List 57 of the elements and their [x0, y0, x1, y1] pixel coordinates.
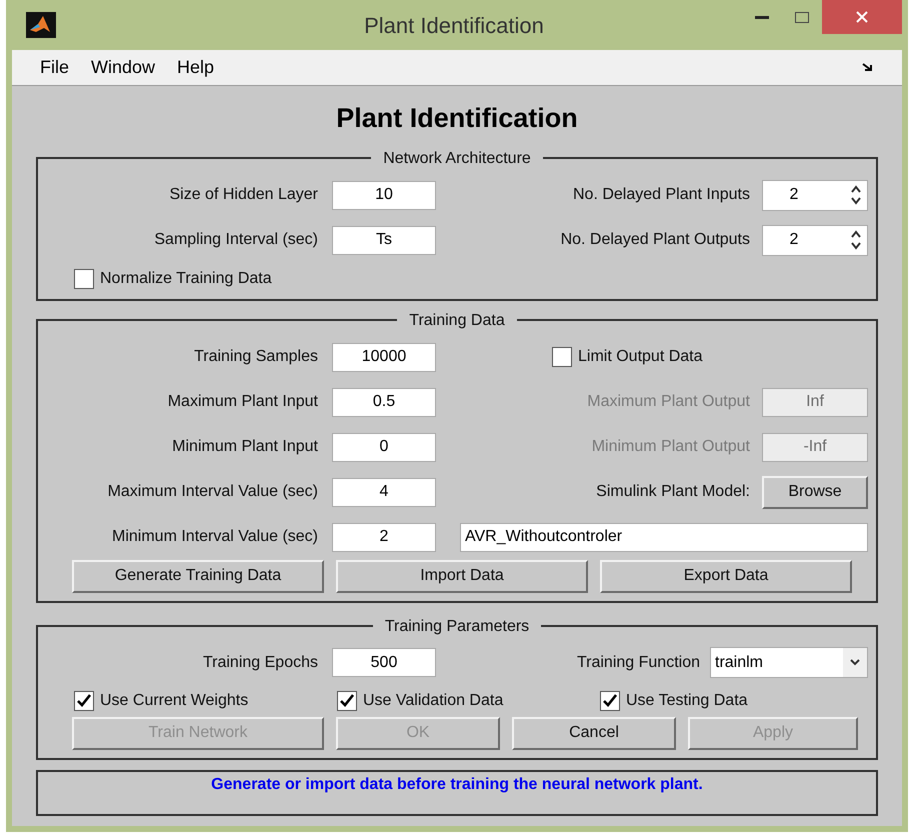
- dialog-button[interactable]: Cancel: [512, 716, 676, 750]
- up-down-arrows-icon[interactable]: [851, 185, 861, 205]
- checkbox[interactable]: [74, 268, 94, 288]
- input-field[interactable]: Ts: [332, 226, 436, 254]
- checkbox[interactable]: [337, 690, 357, 710]
- menu-item[interactable]: Window: [91, 54, 156, 81]
- checkbox-label: Use Testing Data: [626, 690, 748, 710]
- window-title: Plant Identification: [363, 12, 545, 40]
- field-label: Simulink Plant Model:: [596, 482, 750, 502]
- dialog-button[interactable]: Browse: [762, 476, 868, 508]
- input-field[interactable]: 0: [332, 432, 436, 462]
- checkbox[interactable]: [552, 347, 572, 367]
- field-label: Size of Hidden Layer: [168, 185, 319, 205]
- field-label: Maximum Interval Value (sec): [106, 482, 319, 502]
- input-field[interactable]: 10000: [332, 342, 436, 372]
- up-down-arrows-icon[interactable]: [851, 230, 861, 250]
- field-label: No. Delayed Plant Outputs: [560, 230, 750, 250]
- spinner-value: 2: [788, 185, 800, 205]
- dialog-button[interactable]: Import Data: [336, 560, 588, 592]
- checkbox-label: Use Current Weights: [100, 690, 248, 710]
- input-field[interactable]: 0.5: [332, 388, 436, 416]
- minimize-icon: [755, 16, 769, 18]
- dialog-heading: Plant Identification: [335, 102, 579, 135]
- menu-item[interactable]: Help: [177, 54, 214, 81]
- dialog-button[interactable]: Export Data: [600, 560, 852, 592]
- field-label: Sampling Interval (sec): [153, 230, 319, 250]
- field-label: Minimum Plant Input: [171, 437, 319, 457]
- field-label: Training Function: [576, 652, 700, 672]
- input-field[interactable]: 10: [332, 180, 436, 210]
- field-label: Maximum Plant Output: [587, 392, 750, 412]
- dialog-button[interactable]: Generate Training Data: [72, 560, 324, 592]
- dock-arrow-icon[interactable]: [862, 62, 874, 72]
- field-label: Minimum Plant Output: [592, 437, 750, 457]
- maximize-icon: [795, 12, 809, 22]
- checkbox-label: Normalize Training Data: [100, 268, 272, 288]
- dropdown[interactable]: trainlm: [710, 647, 868, 678]
- spinner-value: 2: [788, 230, 800, 250]
- input-field[interactable]: 500: [332, 648, 436, 677]
- checkbox-label: Limit Output Data: [578, 347, 702, 367]
- file-name-field[interactable]: AVR_Withoutcontroler: [460, 522, 868, 552]
- checkbox[interactable]: [600, 690, 620, 710]
- menu-item[interactable]: File: [40, 54, 70, 81]
- app-logo-icon: [26, 12, 56, 38]
- checkbox[interactable]: [74, 690, 94, 710]
- input-field[interactable]: 4: [332, 478, 436, 506]
- spinner-field[interactable]: 2: [762, 180, 868, 210]
- checkbox-label: Use Validation Data: [363, 690, 504, 710]
- dropdown-value: trainlm: [714, 652, 764, 672]
- field-label: Training Epochs: [202, 652, 319, 672]
- input-field[interactable]: 2: [332, 522, 436, 552]
- field-label: Training Samples: [193, 347, 319, 367]
- spinner-field[interactable]: 2: [762, 224, 868, 256]
- close-icon: [856, 11, 868, 23]
- field-label: No. Delayed Plant Inputs: [573, 185, 750, 205]
- status-message: Generate or import data before training the neural network plant.: [211, 774, 703, 794]
- field-label: Maximum Plant Input: [166, 392, 319, 412]
- field-label: Minimum Interval Value (sec): [111, 527, 319, 547]
